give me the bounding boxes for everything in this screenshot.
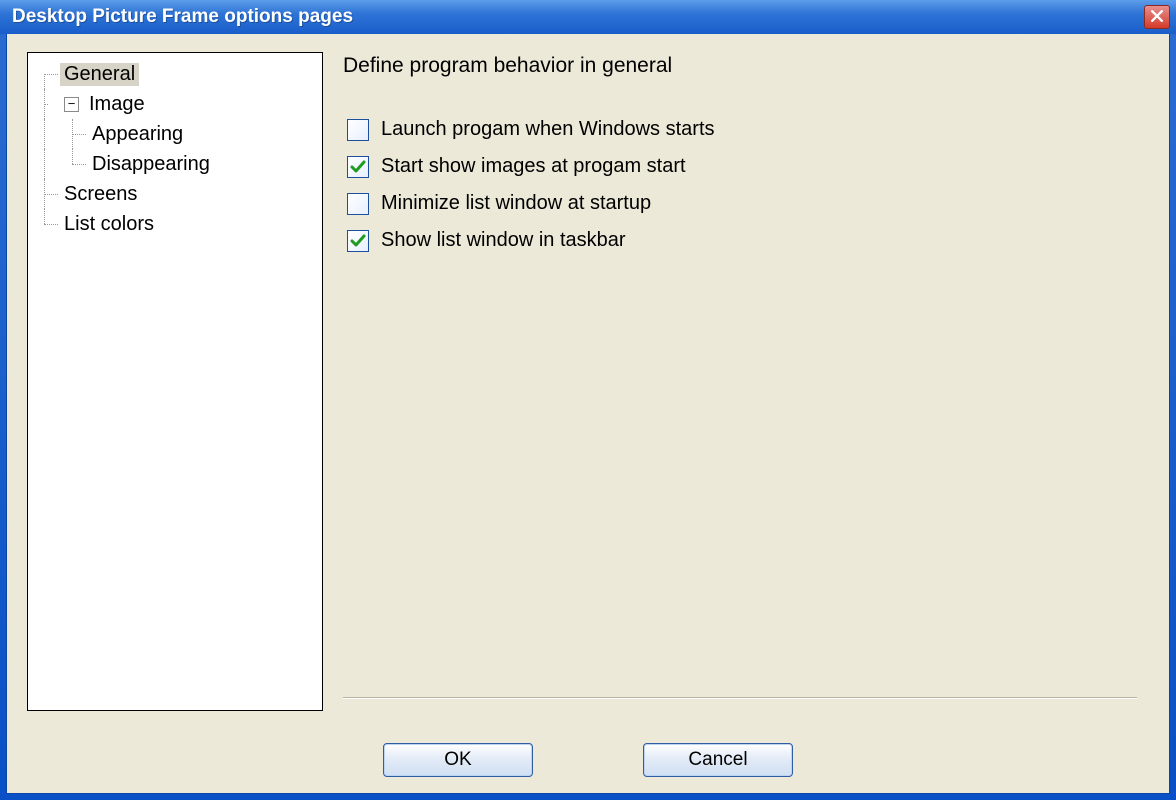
tree-connector xyxy=(32,89,60,119)
close-button[interactable] xyxy=(1144,5,1170,29)
option-label: Minimize list window at startup xyxy=(381,192,651,215)
tree-label[interactable]: Disappearing xyxy=(88,153,214,176)
tree-label[interactable]: Appearing xyxy=(88,123,187,146)
tree-connector xyxy=(60,119,88,149)
tree-item-general[interactable]: General xyxy=(32,59,318,89)
category-tree[interactable]: General − Image Appearing xyxy=(27,52,323,711)
tree-item-appearing[interactable]: Appearing xyxy=(32,119,318,149)
option-start-show-on-launch[interactable]: Start show images at progam start xyxy=(347,155,1137,178)
window-title: Desktop Picture Frame options pages xyxy=(12,6,1144,28)
options-list: Launch progam when Windows starts Start … xyxy=(347,118,1137,252)
option-label: Start show images at progam start xyxy=(381,155,686,178)
tree-connector xyxy=(32,119,60,149)
tree-label[interactable]: List colors xyxy=(60,213,158,236)
tree-label[interactable]: General xyxy=(60,63,139,86)
dialog-buttons: OK Cancel xyxy=(7,743,1169,777)
tree-item-disappearing[interactable]: Disappearing xyxy=(32,149,318,179)
tree-item-image[interactable]: − Image xyxy=(32,89,318,119)
tree-connector xyxy=(32,59,60,89)
checkbox[interactable] xyxy=(347,119,369,141)
titlebar[interactable]: Desktop Picture Frame options pages xyxy=(0,0,1176,34)
panel-heading: Define program behavior in general xyxy=(343,54,1137,78)
ok-button[interactable]: OK xyxy=(383,743,533,777)
tree-connector xyxy=(32,179,60,209)
option-show-list-taskbar[interactable]: Show list window in taskbar xyxy=(347,229,1137,252)
option-minimize-list-startup[interactable]: Minimize list window at startup xyxy=(347,192,1137,215)
collapse-icon[interactable]: − xyxy=(64,97,79,112)
tree-label[interactable]: Screens xyxy=(60,183,141,206)
checkbox[interactable] xyxy=(347,156,369,178)
option-label: Show list window in taskbar xyxy=(381,229,626,252)
options-window: Desktop Picture Frame options pages Gene… xyxy=(0,0,1176,800)
cancel-button[interactable]: Cancel xyxy=(643,743,793,777)
checkbox[interactable] xyxy=(347,230,369,252)
option-label: Launch progam when Windows starts xyxy=(381,118,715,141)
panel-separator xyxy=(343,697,1137,699)
tree-item-screens[interactable]: Screens xyxy=(32,179,318,209)
client-area: General − Image Appearing xyxy=(6,34,1170,794)
close-icon xyxy=(1151,6,1163,28)
tree-label[interactable]: Image xyxy=(85,93,149,116)
checkbox[interactable] xyxy=(347,193,369,215)
tree-connector xyxy=(32,149,60,179)
tree-item-list-colors[interactable]: List colors xyxy=(32,209,318,239)
tree-connector xyxy=(32,209,60,239)
tree-connector xyxy=(60,149,88,179)
options-panel: Define program behavior in general Launc… xyxy=(343,52,1149,711)
content-area: General − Image Appearing xyxy=(7,34,1169,711)
option-launch-on-startup[interactable]: Launch progam when Windows starts xyxy=(347,118,1137,141)
